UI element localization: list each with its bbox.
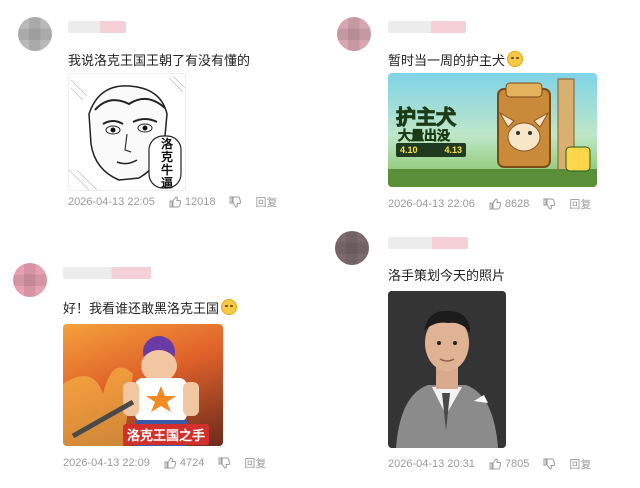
comment-meta: 2026-04-13 20:31 7805 回复 — [388, 456, 591, 472]
comment-meta: 2026-04-13 22:05 12018 回复 — [68, 194, 277, 210]
timestamp: 2026-04-13 22:09 — [63, 457, 150, 469]
dislike-button[interactable] — [543, 198, 556, 210]
thumbs-down-icon — [543, 458, 556, 470]
comment-text: 我说洛克王国王朝了有没有懂的 — [68, 53, 251, 68]
thumbs-down-icon — [543, 198, 556, 210]
poster-date-end: 4.13 — [444, 145, 462, 155]
like-button[interactable]: 8628 — [489, 198, 529, 210]
image-caption: 洛克牛逼 — [161, 137, 174, 190]
dislike-button[interactable] — [229, 196, 242, 208]
timestamp: 2026-04-13 22:06 — [388, 198, 475, 210]
comment-text: 好！我看谁还敢黑洛克王国 — [63, 298, 238, 317]
like-count: 8628 — [504, 198, 530, 210]
comment-image[interactable] — [388, 291, 506, 448]
username[interactable] — [388, 237, 468, 249]
thumbs-up-icon — [169, 196, 181, 208]
like-count: 7805 — [504, 458, 530, 470]
username[interactable] — [388, 21, 466, 33]
thumbs-up-icon — [489, 198, 501, 210]
username[interactable] — [63, 267, 151, 279]
reply-button[interactable]: 回复 — [255, 194, 277, 210]
like-button[interactable]: 7805 — [489, 458, 529, 470]
image-caption: 洛克王国之手 — [123, 424, 210, 445]
comment-text: 洛手策划今天的照片 — [388, 268, 506, 283]
comment-meta: 2026-04-13 22:06 8628 回复 — [388, 196, 591, 212]
like-button[interactable]: 12018 — [169, 196, 216, 208]
comment-image[interactable]: 洛克王国之手 — [63, 324, 223, 446]
dislike-button[interactable] — [218, 457, 231, 469]
avatar[interactable] — [337, 17, 371, 51]
timestamp: 2026-04-13 20:31 — [388, 458, 475, 470]
reply-button[interactable]: 回复 — [569, 196, 591, 212]
avatar[interactable] — [335, 231, 369, 265]
reply-button[interactable]: 回复 — [244, 455, 266, 471]
poster-subtitle: 大量出没 — [398, 128, 451, 144]
thumbs-up-icon — [489, 458, 501, 470]
avatar[interactable] — [18, 17, 52, 51]
username[interactable] — [68, 21, 126, 33]
thumbs-up-icon — [164, 457, 176, 469]
emoji-icon — [507, 51, 524, 67]
comment-image[interactable]: 洛克牛逼 — [68, 73, 186, 191]
poster-date-bar: 4.10 4.13 — [396, 143, 466, 157]
poster-date-start: 4.10 — [400, 145, 418, 155]
comment-meta: 2026-04-13 22:09 4724 回复 — [63, 455, 266, 471]
portrait-photo-image — [388, 291, 506, 448]
avatar[interactable] — [13, 263, 47, 297]
thumbs-down-icon — [229, 196, 242, 208]
thumbs-down-icon — [218, 457, 231, 469]
dislike-button[interactable] — [543, 458, 556, 470]
comment-image[interactable]: 护主犬 大量出没 4.10 4.13 — [388, 73, 597, 187]
comment-text: 暂时当一周的护主犬 — [388, 50, 524, 69]
emoji-icon — [221, 299, 238, 315]
like-button[interactable]: 4724 — [164, 457, 204, 469]
timestamp: 2026-04-13 22:05 — [68, 196, 155, 208]
reply-button[interactable]: 回复 — [569, 456, 591, 472]
like-count: 12018 — [184, 196, 216, 208]
like-count: 4724 — [179, 457, 205, 469]
